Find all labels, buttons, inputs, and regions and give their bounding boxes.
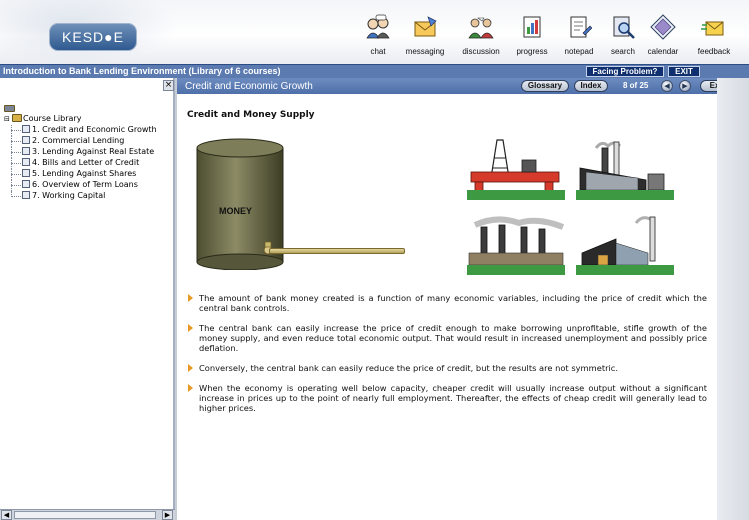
- scrollbar-thumb[interactable]: [14, 511, 156, 519]
- tree-item-label: 5. Lending Against Shares: [32, 169, 137, 178]
- scroll-left-icon[interactable]: ◀: [1, 510, 12, 520]
- notepad-icon: [570, 16, 592, 38]
- search-button[interactable]: search: [605, 14, 641, 60]
- tree-item-commercial-lending[interactable]: 2. Commercial Lending: [8, 136, 178, 147]
- progress-label: progress: [516, 47, 548, 56]
- bullet-item: The amount of bank money created is a fu…: [185, 293, 707, 313]
- collapse-icon[interactable]: ⊟: [4, 115, 12, 123]
- notepad-label: notepad: [564, 47, 594, 56]
- bullet-item: Conversely, the central bank can easily …: [185, 363, 707, 373]
- tree-item-label: 4. Bills and Letter of Credit: [32, 158, 140, 167]
- tank-label: MONEY: [219, 206, 253, 216]
- power-plant-illustration: [576, 141, 674, 200]
- topic-title: Credit and Economic Growth: [185, 81, 313, 92]
- topic-header-bar: Credit and Economic Growth Glossary Inde…: [177, 78, 717, 94]
- envelope-icon: [414, 16, 437, 37]
- close-panel-icon[interactable]: ×: [163, 80, 174, 91]
- tree-item-label: 3. Lending Against Real Estate: [32, 147, 155, 156]
- money-pipe: [269, 248, 405, 254]
- chat-icon: [366, 14, 390, 39]
- progress-icon: [523, 16, 541, 38]
- course-icon: [22, 136, 30, 144]
- bullet-item: When the economy is operating well below…: [185, 383, 707, 413]
- smoking-chimneys-illustration: [467, 216, 565, 275]
- feedback-icon: [701, 21, 724, 36]
- top-banner: KESD●E chat messaging discussion progres…: [0, 0, 749, 64]
- facing-problem-button[interactable]: Facing Problem?: [586, 66, 664, 77]
- bullet-arrow-icon: [188, 364, 193, 372]
- calendar-button[interactable]: calendar: [643, 14, 683, 60]
- tree-item-term-loans[interactable]: 6. Overview of Term Loans: [8, 180, 178, 191]
- oil-rig-factory-illustration: [467, 139, 565, 200]
- discussion-icon: [468, 17, 494, 39]
- course-exit-button[interactable]: EXIT: [668, 66, 700, 77]
- horizontal-scrollbar[interactable]: ◀ ▶: [0, 509, 175, 520]
- library-icon: [4, 105, 15, 112]
- tree-toolbar: [4, 104, 174, 112]
- calendar-icon: [650, 14, 676, 40]
- tree-root-label: Course Library: [23, 114, 82, 123]
- messaging-button[interactable]: messaging: [402, 14, 448, 60]
- next-page-icon[interactable]: ▶: [679, 80, 691, 92]
- calendar-label: calendar: [647, 47, 679, 56]
- discussion-label: discussion: [462, 47, 500, 56]
- bullet-text: Conversely, the central bank can easily …: [199, 363, 618, 373]
- course-tree: ⊟ Course Library 1. Credit and Economic G…: [4, 104, 174, 202]
- right-margin: [717, 78, 749, 520]
- bullet-text: When the economy is operating well below…: [199, 383, 707, 413]
- discussion-button[interactable]: discussion: [459, 14, 503, 60]
- course-title-bar: Introduction to Bank Lending Environment…: [0, 64, 749, 78]
- previous-page-icon[interactable]: ◀: [661, 80, 673, 92]
- chat-button[interactable]: chat: [360, 14, 396, 60]
- chat-label: chat: [370, 47, 386, 56]
- course-icon: [22, 169, 30, 177]
- tree-item-working-capital[interactable]: 7. Working Capital: [8, 191, 178, 202]
- tree-item-label: 2. Commercial Lending: [32, 136, 125, 145]
- feedback-button[interactable]: feedback: [691, 14, 737, 60]
- content-heading: Credit and Money Supply: [187, 110, 315, 120]
- tree-item-label: 7. Working Capital: [32, 191, 106, 200]
- feedback-label: feedback: [697, 47, 731, 56]
- index-button[interactable]: Index: [574, 80, 608, 92]
- tree-item-lending-shares[interactable]: 5. Lending Against Shares: [8, 169, 178, 180]
- course-title: Introduction to Bank Lending Environment…: [3, 66, 281, 76]
- industrial-plant-illustration: [576, 216, 674, 275]
- tree-item-label: 1. Credit and Economic Growth: [32, 125, 157, 134]
- page-indicator: 8 of 25: [623, 81, 649, 90]
- search-label: search: [610, 47, 635, 56]
- content-area: Credit and Money Supply MONEY The amount…: [177, 94, 717, 520]
- course-icon: [22, 147, 30, 155]
- kesdee-logo: KESD●E: [49, 23, 137, 51]
- notepad-button[interactable]: notepad: [559, 14, 599, 60]
- bullet-item: The central bank can easily increase the…: [185, 323, 707, 353]
- tree-item-credit-economic-growth[interactable]: 1. Credit and Economic Growth: [8, 125, 178, 136]
- bullet-arrow-icon: [188, 324, 193, 332]
- glossary-button[interactable]: Glossary: [521, 80, 569, 92]
- tree-root[interactable]: ⊟ Course Library: [4, 114, 174, 125]
- bullet-text: The amount of bank money created is a fu…: [199, 293, 707, 313]
- open-book-icon: [12, 114, 22, 122]
- tree-item-label: 6. Overview of Term Loans: [32, 180, 138, 189]
- bullet-arrow-icon: [188, 384, 193, 392]
- content-bullets: The amount of bank money created is a fu…: [185, 293, 707, 423]
- messaging-label: messaging: [405, 47, 445, 56]
- course-icon: [22, 180, 30, 188]
- tree-item-lending-real-estate[interactable]: 3. Lending Against Real Estate: [8, 147, 178, 158]
- course-icon: [22, 158, 30, 166]
- progress-button[interactable]: progress: [512, 14, 552, 60]
- bullet-text: The central bank can easily increase the…: [199, 323, 707, 353]
- course-icon: [22, 125, 30, 133]
- course-icon: [22, 191, 30, 199]
- search-icon: [613, 16, 635, 39]
- scroll-right-icon[interactable]: ▶: [162, 510, 173, 520]
- bullet-arrow-icon: [188, 294, 193, 302]
- tree-item-bills-letter-credit[interactable]: 4. Bills and Letter of Credit: [8, 158, 178, 169]
